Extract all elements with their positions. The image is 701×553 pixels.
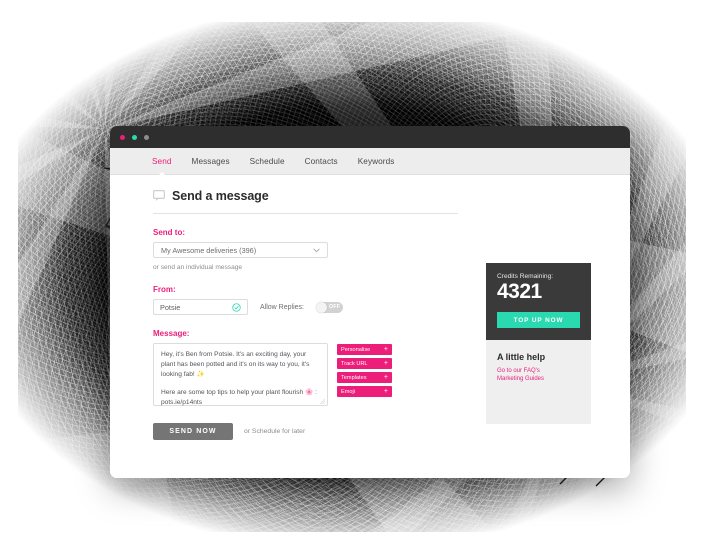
check-circle-icon: [232, 302, 241, 312]
main-navigation: Send Messages Schedule Contacts Keywords: [110, 148, 630, 175]
help-card: A little help Go to our FAQ's Marketing …: [486, 340, 591, 425]
message-textarea[interactable]: Hey, it's Ben from Potsie. It's an excit…: [153, 343, 328, 406]
nav-item-send[interactable]: Send: [152, 153, 172, 170]
tool-label: Personalise: [341, 346, 371, 353]
tool-label: Emoji: [341, 388, 355, 395]
schedule-for-later-link[interactable]: or Schedule for later: [244, 428, 305, 435]
window-titlebar: [110, 126, 630, 148]
allow-replies-toggle[interactable]: OFF: [315, 301, 343, 313]
speech-bubble-icon: [153, 190, 165, 201]
resize-grip-icon[interactable]: [320, 399, 325, 404]
sender-name-input[interactable]: Potsie: [153, 299, 248, 315]
from-row: Potsie Allow Replies: OFF: [153, 299, 443, 315]
page-title: Send a message: [172, 189, 269, 203]
top-up-now-button[interactable]: TOP UP NOW: [497, 312, 580, 329]
toggle-knob: [315, 301, 327, 313]
credits-card: Credits Remaining: 4321 TOP UP NOW: [486, 263, 591, 341]
maximize-window-dot[interactable]: [144, 134, 149, 140]
top-up-now-label: TOP UP NOW: [513, 316, 564, 324]
emoji-button[interactable]: Emoji +: [337, 386, 392, 397]
plus-icon: +: [383, 374, 388, 381]
send-now-label: SEND NOW: [169, 428, 217, 435]
page-title-row: Send a message: [153, 189, 443, 203]
compose-form: Send a message Send to: My Awesome deliv…: [153, 189, 458, 440]
compose-row: Hey, it's Ben from Potsie. It's an excit…: [153, 343, 443, 406]
tool-label: Templates: [341, 374, 367, 381]
send-row: SEND NOW or Schedule for later: [153, 423, 443, 440]
tool-label: Track URL: [341, 360, 368, 367]
sender-name-value: Potsie: [160, 302, 181, 312]
allow-replies-label: Allow Replies:: [260, 303, 304, 311]
chevron-down-icon: [313, 247, 320, 252]
app-window: Send Messages Schedule Contacts Keywords…: [110, 126, 630, 478]
plus-icon: +: [383, 388, 388, 395]
toggle-state-label: OFF: [328, 304, 341, 310]
right-sidebar: Credits Remaining: 4321 TOP UP NOW A lit…: [486, 263, 591, 425]
personalise-button[interactable]: Personalise +: [337, 344, 392, 355]
recipient-list-value: My Awesome deliveries (396): [161, 245, 257, 255]
faq-link[interactable]: Go to our FAQ's: [497, 368, 580, 374]
track-url-button[interactable]: Track URL +: [337, 358, 392, 369]
plus-icon: +: [383, 346, 388, 353]
from-label: From:: [153, 285, 176, 294]
plus-icon: +: [383, 360, 388, 367]
marketing-guides-link[interactable]: Marketing Guides: [497, 376, 580, 382]
send-to-label: Send to:: [153, 228, 185, 237]
message-tools: Personalise + Track URL + Templates + Em…: [337, 343, 392, 397]
minimize-window-dot[interactable]: [132, 134, 137, 140]
message-label: Message:: [153, 329, 190, 338]
nav-item-keywords[interactable]: Keywords: [358, 153, 395, 170]
individual-message-hint[interactable]: or send an individual message: [153, 264, 443, 271]
recipient-list-select[interactable]: My Awesome deliveries (396): [153, 242, 328, 258]
help-title: A little help: [497, 352, 546, 363]
message-paragraph: Hey, it's Ben from Potsie. It's an excit…: [161, 351, 310, 379]
nav-item-messages[interactable]: Messages: [192, 153, 230, 170]
send-now-button[interactable]: SEND NOW: [153, 423, 233, 440]
nav-item-schedule[interactable]: Schedule: [250, 153, 285, 170]
title-divider: [153, 213, 458, 214]
credits-value: 4321: [497, 280, 542, 303]
screenshot-stage: Send Messages Schedule Contacts Keywords…: [0, 0, 701, 553]
window-content: Send a message Send to: My Awesome deliv…: [110, 175, 630, 478]
message-paragraph: Here are some top tips to help your plan…: [161, 388, 317, 406]
nav-item-contacts[interactable]: Contacts: [305, 153, 338, 170]
credits-label: Credits Remaining:: [497, 273, 554, 280]
templates-button[interactable]: Templates +: [337, 372, 392, 383]
close-window-dot[interactable]: [120, 134, 125, 140]
